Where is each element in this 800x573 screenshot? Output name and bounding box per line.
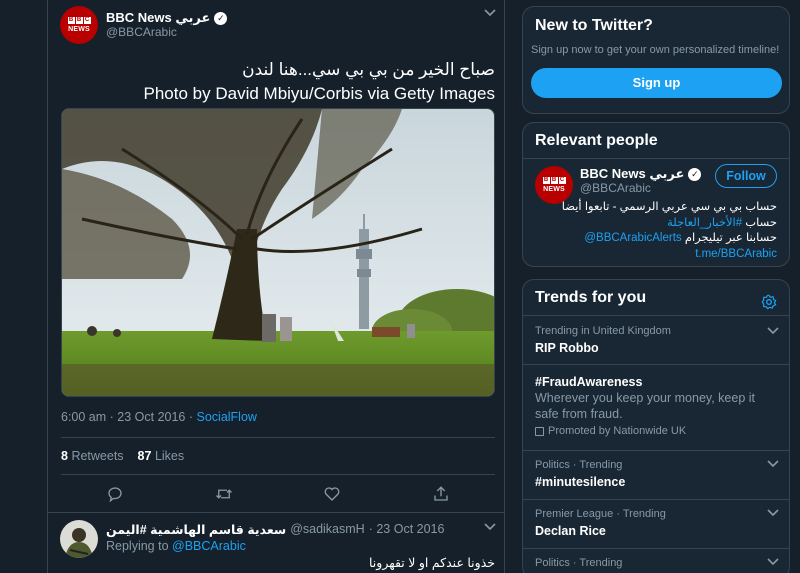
reply-author-name[interactable]: سعدية قاسم الهاشمية #اليمن — [106, 522, 286, 537]
reply-text: خذونا عندكم او لا تقهرونا — [369, 556, 495, 570]
retweets-count[interactable]: 8 Retweets — [61, 449, 124, 463]
likes-label: Likes — [154, 449, 185, 463]
divider — [61, 437, 495, 438]
avatar-subtext: NEWS — [68, 26, 90, 33]
settings-gear-icon[interactable] — [761, 294, 777, 310]
trend-title: RIP Robbo — [535, 341, 599, 355]
replying-to: Replying to @BBCArabic — [106, 539, 246, 553]
divider — [523, 158, 789, 159]
reply-author-handle[interactable]: @sadikasmH — [290, 522, 365, 537]
trend-title: #minutesilence — [535, 475, 626, 489]
follow-button[interactable]: Follow — [715, 164, 777, 188]
timeline-column: BBC NEWS BBC News عربي ✓ @BBCArabic صباح… — [47, 0, 505, 573]
bio-line2-prefix: حساب — [742, 216, 777, 229]
person-bio: حساب بي بي سي عربي الرسمي - تابعوا أيضا … — [547, 200, 777, 262]
tweet-menu-chevron-icon[interactable] — [484, 8, 496, 20]
trend-meta: Politics · Trending — [535, 459, 623, 471]
bio-telegram-link[interactable]: t.me/BBCArabic — [547, 247, 777, 263]
trend-item[interactable]: Trending in United Kingdom RIP Robbo — [523, 315, 789, 364]
tweet-text-line1: صباح الخير من بي بي سي...هنا لندن — [242, 60, 495, 79]
bbc-logo: BBC — [542, 177, 566, 184]
trend-title: #FraudAwareness — [535, 375, 643, 389]
replying-label: Replying to — [106, 539, 169, 553]
trend-chevron-icon[interactable] — [767, 557, 779, 569]
retweet-icon[interactable] — [215, 485, 233, 503]
promoted-icon — [535, 426, 544, 436]
bio-line3-text: حسابنا عبر تيليجرام — [681, 232, 777, 244]
trend-chevron-icon[interactable] — [767, 459, 779, 471]
relevant-people-card: Relevant people BBC NEWS BBC News عربي ✓… — [522, 122, 790, 267]
person-name[interactable]: BBC News عربي ✓ — [580, 166, 702, 182]
signup-title: New to Twitter? — [535, 17, 653, 34]
trend-chevron-icon[interactable] — [767, 326, 779, 338]
trends-title: Trends for you — [535, 289, 647, 306]
signup-card: New to Twitter? Sign up now to get your … — [522, 6, 790, 114]
reply-date[interactable]: · 23 Oct 2016 — [369, 522, 445, 537]
likes-number: 87 — [137, 449, 152, 463]
trend-meta: Politics · Trending — [535, 557, 623, 569]
reply-icon[interactable] — [106, 485, 124, 503]
avatar[interactable]: BBC NEWS — [60, 6, 98, 44]
author-name[interactable]: BBC News عربي ✓ — [106, 10, 228, 26]
trend-meta: Premier League · Trending — [535, 508, 666, 520]
trend-item-promoted[interactable]: #FraudAwareness Wherever you keep your m… — [523, 364, 789, 450]
tweet-actions — [61, 485, 495, 503]
bio-line2: حساب #الأخبار_العاجلة — [547, 216, 777, 232]
retweets-label: Retweets — [71, 449, 124, 463]
tweet-timestamp: 6:00 am · 23 Oct 2016 · SocialFlow — [61, 410, 257, 424]
trend-item[interactable]: Politics · Trending — [523, 548, 789, 573]
avatar-subtext: NEWS — [543, 186, 565, 193]
reply-menu-chevron-icon[interactable] — [484, 522, 496, 534]
replying-to-link[interactable]: @BBCArabic — [172, 539, 246, 553]
retweets-number: 8 — [61, 449, 68, 463]
trend-promoted-label: Promoted by Nationwide UK — [548, 425, 687, 437]
trends-card: Trends for you Trending in United Kingdo… — [522, 279, 790, 573]
signup-subtitle: Sign up now to get your own personalized… — [531, 44, 780, 56]
tweet-time[interactable]: 6:00 am · 23 Oct 2016 · — [61, 410, 197, 424]
signup-button[interactable]: Sign up — [531, 68, 782, 98]
trend-promoted: Promoted by Nationwide UK — [535, 425, 686, 437]
like-heart-icon[interactable] — [323, 485, 341, 503]
person-handle[interactable]: @BBCArabic — [580, 181, 651, 195]
trend-item[interactable]: Politics · Trending #minutesilence — [523, 450, 789, 499]
trend-meta: Trending in United Kingdom — [535, 325, 671, 337]
tweet-photo[interactable] — [61, 108, 495, 397]
divider — [61, 474, 495, 475]
reply-header: سعدية قاسم الهاشمية #اليمن @sadikasmH · … — [106, 522, 444, 537]
verified-badge-icon: ✓ — [214, 11, 228, 25]
bio-line3: حسابنا عبر تيليجرام @BBCArabicAlerts — [547, 231, 777, 247]
author-handle[interactable]: @BBCArabic — [106, 25, 177, 39]
reply-tweet[interactable]: سعدية قاسم الهاشمية #اليمن @sadikasmH · … — [48, 513, 505, 573]
bbc-logo: BBC — [67, 17, 91, 24]
tweet-source-link[interactable]: SocialFlow — [197, 410, 257, 424]
bio-hashtag-link[interactable]: #الأخبار_العاجلة — [667, 217, 742, 229]
bio-line1: حساب بي بي سي عربي الرسمي - تابعوا أيضا — [561, 201, 777, 213]
tweet-text-line2: Photo by David Mbiyu/Corbis via Getty Im… — [143, 84, 495, 103]
avatar[interactable]: BBC NEWS — [535, 166, 573, 204]
tweet-stats: 8 Retweets 87 Likes — [61, 449, 184, 463]
verified-badge-icon: ✓ — [688, 167, 702, 181]
trend-description: Wherever you keep your money, keep it sa… — [535, 391, 756, 421]
tweet-text: صباح الخير من بي بي سي...هنا لندن Photo … — [65, 58, 495, 106]
share-icon[interactable] — [432, 485, 450, 503]
author-name-text: BBC News عربي — [106, 10, 211, 25]
bio-alerts-link[interactable]: @BBCArabicAlerts — [584, 232, 681, 244]
trend-title: Declan Rice — [535, 524, 606, 538]
likes-count[interactable]: 87 Likes — [138, 449, 185, 463]
avatar[interactable] — [60, 520, 98, 558]
relevant-people-title: Relevant people — [535, 132, 658, 149]
trend-chevron-icon[interactable] — [767, 508, 779, 520]
trend-item[interactable]: Premier League · Trending Declan Rice — [523, 499, 789, 548]
person-name-text: BBC News عربي — [580, 166, 685, 181]
